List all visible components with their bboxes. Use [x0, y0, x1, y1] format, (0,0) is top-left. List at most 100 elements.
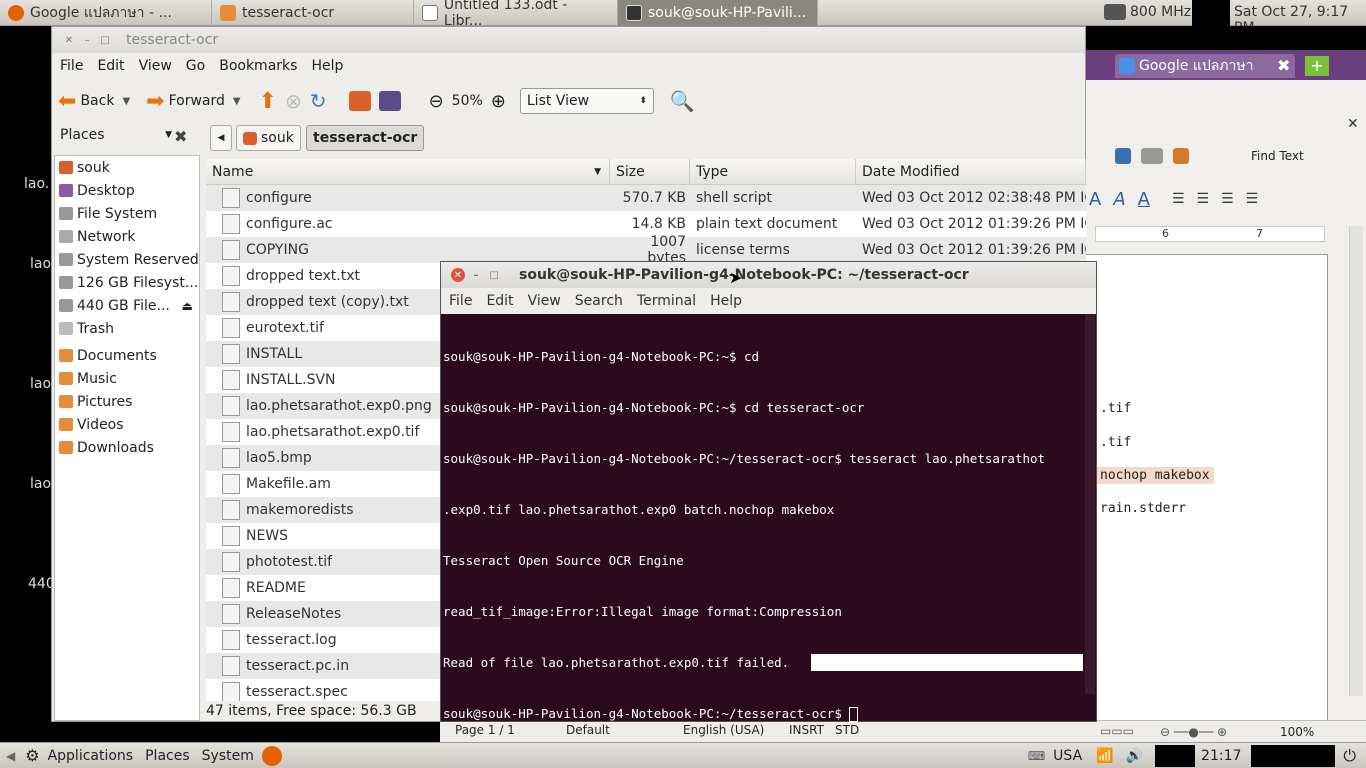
table-row[interactable]: COPYING 1007 bytes license terms Wed 03 Oct…: [206, 234, 1086, 266]
menu-go[interactable]: Go: [186, 58, 205, 74]
path-button-souk[interactable]: souk: [236, 125, 301, 151]
align-left-icon[interactable]: ☰: [1172, 191, 1185, 207]
ruler[interactable]: 6 7: [1095, 226, 1325, 242]
menu-file[interactable]: File: [60, 58, 83, 74]
taskbar-terminal[interactable]: souk@souk-HP-Pavili...: [618, 0, 818, 26]
column-header-type[interactable]: Type: [690, 159, 856, 184]
sidebar-item-440gb[interactable]: 440 GB File... ⏏: [55, 294, 199, 317]
underline-icon[interactable]: A: [1138, 189, 1150, 210]
system-menu[interactable]: System: [202, 748, 254, 764]
minimize-icon[interactable]: –: [80, 33, 94, 47]
volume-icon[interactable]: 🔊: [1126, 748, 1143, 764]
new-tab-icon[interactable]: +: [1305, 56, 1329, 76]
power-icon[interactable]: ⏻: [1343, 746, 1356, 766]
forward-button[interactable]: ➡ Forward: [146, 89, 225, 114]
menu-help[interactable]: Help: [311, 58, 343, 74]
sidebar-item-126gb[interactable]: 126 GB Filesyst...: [55, 271, 199, 294]
menu-bookmarks[interactable]: Bookmarks: [219, 58, 297, 74]
menu-edit[interactable]: Edit: [97, 58, 124, 74]
zoom-level[interactable]: 50%: [452, 93, 483, 109]
view-layout-icon[interactable]: ▭▭▭: [1100, 724, 1160, 740]
table-icon[interactable]: [1141, 148, 1163, 164]
desktop-icon-label[interactable]: lao: [30, 256, 51, 272]
sidebar-item-downloads[interactable]: Downloads: [55, 436, 199, 459]
desktop-icon-label[interactable]: lao.: [24, 176, 49, 192]
column-header-name[interactable]: Name ▼: [206, 159, 610, 184]
zoom-level[interactable]: 100%: [1280, 725, 1314, 739]
menu-view[interactable]: View: [139, 58, 172, 74]
document-page[interactable]: .tif .tif nochop makebox rain.stderr: [1085, 254, 1328, 722]
view-mode-select[interactable]: List View ⬍: [519, 88, 654, 114]
desktop-icon-label[interactable]: lao: [30, 376, 51, 392]
wifi-icon[interactable]: 📶: [1096, 748, 1113, 764]
computer-icon[interactable]: [378, 91, 401, 111]
terminal-output[interactable]: souk@souk-HP-Pavilion-g4-Notebook-PC:~$ …: [443, 314, 1083, 756]
menu-edit[interactable]: Edit: [486, 293, 513, 309]
taskbar-firefox[interactable]: Google แปลภาษา - ...: [0, 0, 212, 26]
search-icon[interactable]: 🔍: [670, 89, 695, 113]
zoom-slider[interactable]: ⊖ ──●── ⊕: [1160, 725, 1280, 739]
places-selector[interactable]: Places ▼: [60, 127, 172, 143]
italic-icon[interactable]: A: [1113, 189, 1125, 210]
maximize-icon[interactable]: □: [487, 268, 501, 282]
cpu-frequency[interactable]: 800 MHz: [1104, 4, 1191, 20]
stop-icon[interactable]: ⊗: [285, 89, 302, 113]
column-header-size[interactable]: Size: [610, 159, 690, 184]
sidebar-item-videos[interactable]: Videos: [55, 413, 199, 436]
close-document-icon[interactable]: ✕: [1347, 116, 1359, 132]
minimize-icon[interactable]: –: [469, 268, 483, 282]
terminal-scrollbar[interactable]: [1085, 314, 1095, 694]
places-menu[interactable]: Places: [145, 748, 190, 764]
menu-view[interactable]: View: [528, 293, 561, 309]
navigator-icon[interactable]: [1115, 148, 1131, 164]
align-right-icon[interactable]: ☰: [1221, 191, 1234, 207]
sidebar-item-souk[interactable]: souk: [55, 156, 199, 179]
home-icon[interactable]: [348, 91, 371, 111]
taskbar-nautilus[interactable]: tesseract-ocr: [212, 0, 414, 26]
applications-menu[interactable]: Applications: [48, 748, 134, 764]
path-back-button[interactable]: ◀: [210, 125, 232, 151]
desktop-icon-label[interactable]: lao: [30, 476, 51, 492]
keyboard-icon[interactable]: ⌨: [1028, 749, 1045, 763]
back-button[interactable]: ⬅ Back: [58, 89, 114, 114]
taskbar-writer[interactable]: Untitled 133.odt - Libr...: [414, 0, 618, 29]
path-button-current[interactable]: tesseract-ocr: [306, 125, 425, 151]
up-arrow-icon[interactable]: ⬆: [259, 89, 277, 114]
zoom-in-icon[interactable]: ⊕: [491, 91, 506, 112]
menu-terminal[interactable]: Terminal: [637, 293, 696, 309]
forward-history-icon[interactable]: ▼: [233, 96, 241, 107]
browser-tab[interactable]: Google แปลภาษา: [1115, 54, 1295, 78]
close-icon[interactable]: ✕: [62, 33, 76, 47]
menu-file[interactable]: File: [449, 293, 472, 309]
panel-left-arrow-icon[interactable]: ◀: [6, 749, 15, 763]
align-center-icon[interactable]: ☰: [1197, 191, 1210, 207]
close-sidebar-icon[interactable]: ✖: [174, 127, 187, 146]
reload-icon[interactable]: ↻: [310, 89, 327, 113]
bottom-clock[interactable]: 21:17: [1201, 748, 1241, 764]
titlebar[interactable]: ✕ – □ souk@souk-HP-Pavilion-g4-Notebook-…: [441, 262, 1096, 288]
back-history-icon[interactable]: ▼: [122, 96, 130, 107]
sidebar-item-desktop[interactable]: Desktop: [55, 179, 199, 202]
sidebar-item-system-reserved[interactable]: System Reserved: [55, 248, 199, 271]
maximize-icon[interactable]: □: [98, 33, 112, 47]
column-header-date[interactable]: Date Modified: [856, 159, 1086, 184]
sidebar-item-documents[interactable]: Documents: [55, 344, 199, 367]
justify-icon[interactable]: ☰: [1246, 191, 1259, 207]
sidebar-item-filesystem[interactable]: File System: [55, 202, 199, 225]
keyboard-layout[interactable]: USA: [1053, 748, 1082, 764]
table-row[interactable]: configure 570.7 KB shell script Wed 03 Oct …: [206, 185, 1086, 211]
font-effect-icon[interactable]: A: [1089, 189, 1101, 210]
sidebar-item-trash[interactable]: Trash: [55, 317, 199, 340]
find-text-label[interactable]: Find Text: [1251, 149, 1304, 163]
sidebar-item-music[interactable]: Music: [55, 367, 199, 390]
system-monitor-graph[interactable]: [1192, 0, 1230, 26]
draw-icon[interactable]: [1173, 148, 1189, 164]
close-icon[interactable]: ✕: [451, 268, 465, 282]
menu-help[interactable]: Help: [710, 293, 742, 309]
sidebar-item-pictures[interactable]: Pictures: [55, 390, 199, 413]
titlebar[interactable]: ✕ – □ tesseract-ocr: [52, 27, 1085, 53]
firefox-icon[interactable]: [261, 745, 282, 766]
eject-icon[interactable]: ⏏: [182, 299, 193, 313]
zoom-out-icon[interactable]: ⊖: [429, 91, 444, 112]
vertical-scrollbar[interactable]: [1349, 226, 1363, 696]
